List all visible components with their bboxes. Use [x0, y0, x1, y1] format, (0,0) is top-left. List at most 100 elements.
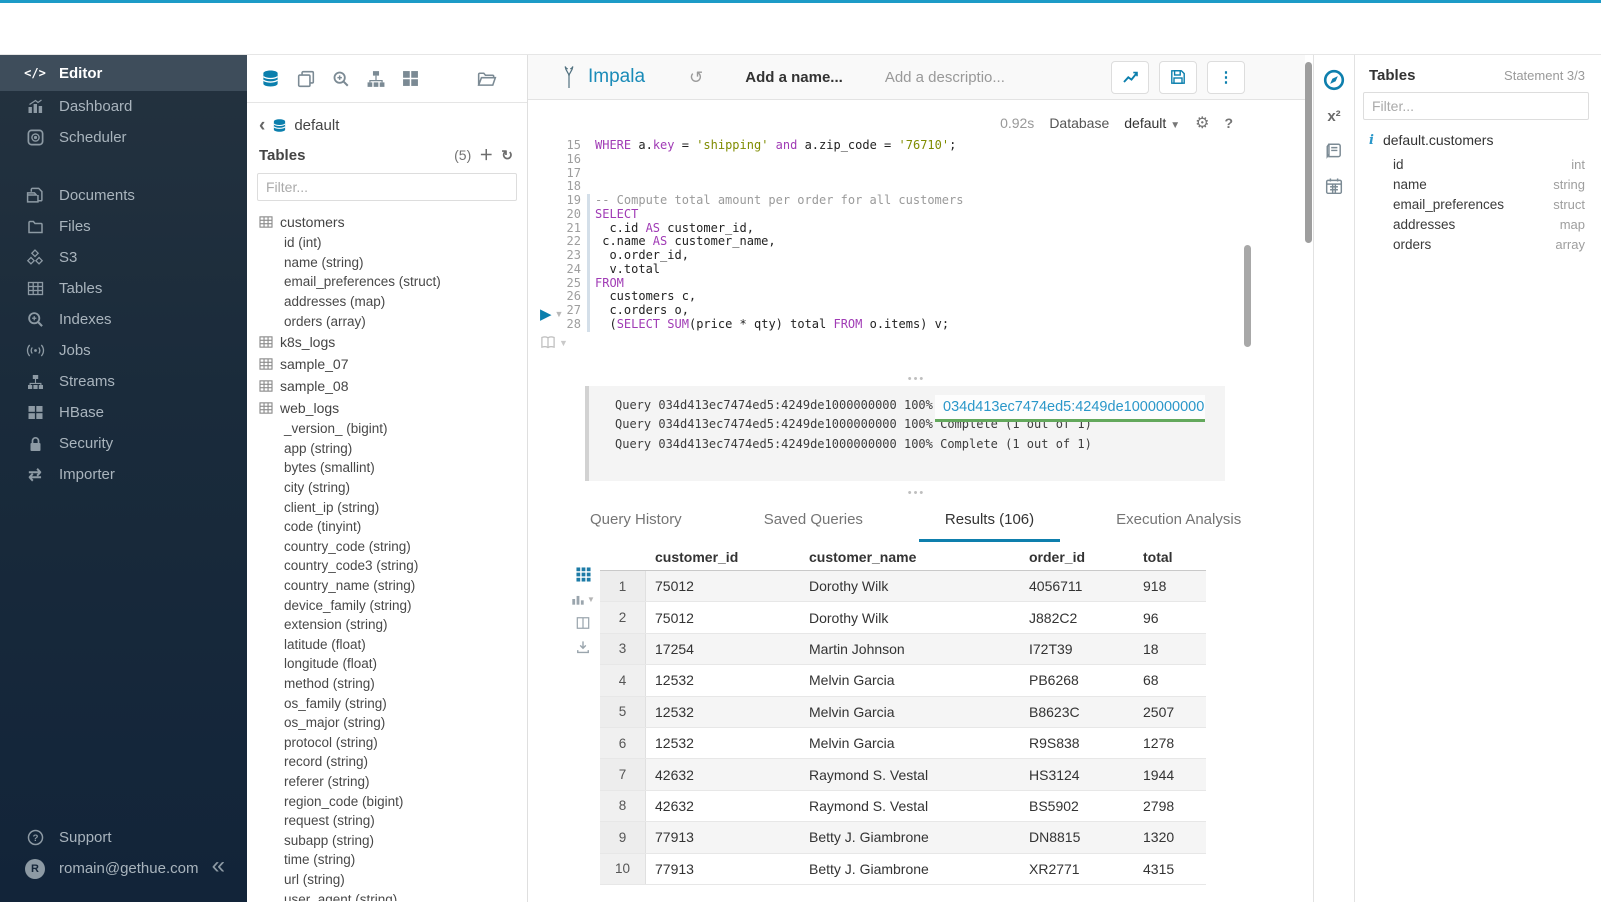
assist-filter-input[interactable]	[257, 173, 517, 201]
assist-column[interactable]: country_code3 (string)	[259, 556, 527, 576]
query-description-field[interactable]: Add a descriptio...	[885, 69, 1005, 86]
table-row[interactable]: 612532Melvin GarciaR9S8381278	[600, 728, 1206, 759]
assist-column[interactable]: city (string)	[259, 478, 527, 498]
column-row-addresses[interactable]: addressesmap	[1393, 215, 1585, 235]
assist-column[interactable]: request (string)	[259, 811, 527, 831]
code-line[interactable]: 19-- Compute total amount per order for …	[528, 194, 1238, 208]
assist-table-web_logs[interactable]: web_logs	[259, 397, 527, 419]
code-line[interactable]: 21 c.id AS customer_id,	[528, 222, 1238, 236]
assist-column[interactable]: country_code (string)	[259, 537, 527, 557]
table-row[interactable]: 512532Melvin GarciaB8623C2507	[600, 697, 1206, 728]
assist-table-customers[interactable]: customers	[259, 211, 527, 233]
job-id-link[interactable]: 034d413ec7474ed5:4249de1000000000	[943, 399, 1204, 415]
assist-column[interactable]: email_preferences (struct)	[259, 272, 527, 292]
assist-column[interactable]: app (string)	[259, 439, 527, 459]
results-column-header[interactable]: order_id	[1020, 549, 1134, 565]
assist-table-sample_08[interactable]: sample_08	[259, 375, 527, 397]
download-icon[interactable]	[576, 640, 590, 654]
sitemap-icon[interactable]	[367, 70, 385, 88]
language-reference-icon[interactable]	[1325, 142, 1343, 160]
engine-name[interactable]: Impala	[588, 66, 645, 88]
code-line[interactable]: 22 c.name AS customer_name,	[528, 235, 1238, 249]
chart-view-icon[interactable]: ▼	[571, 592, 595, 606]
snippet-history-icon[interactable]: ↺	[689, 69, 703, 86]
assist-column[interactable]: longitude (float)	[259, 654, 527, 674]
functions-icon[interactable]: x²	[1327, 108, 1340, 125]
sidebar-item-user[interactable]: R romain@gethue.com	[0, 853, 247, 884]
zoom-in-icon[interactable]	[332, 70, 350, 88]
columns-view-icon[interactable]	[576, 616, 590, 630]
resize-handle-upper[interactable]: •••	[528, 375, 1305, 383]
assist-table-k8s_logs[interactable]: k8s_logs	[259, 331, 527, 353]
column-row-name[interactable]: namestring	[1393, 174, 1585, 194]
assist-column[interactable]: record (string)	[259, 752, 527, 772]
sidebar-item-indexes[interactable]: Indexes	[0, 304, 247, 335]
apps-grid-icon[interactable]	[402, 70, 419, 87]
assist-column[interactable]: time (string)	[259, 850, 527, 870]
sql-code-editor[interactable]: 15WHERE a.key = 'shipping' and a.zip_cod…	[528, 139, 1238, 332]
assist-column[interactable]: addresses (map)	[259, 292, 527, 312]
resize-handle-lower[interactable]: •••	[528, 489, 1305, 497]
assist-column[interactable]: name (string)	[259, 253, 527, 273]
assist-column[interactable]: extension (string)	[259, 615, 527, 635]
assist-column[interactable]: os_major (string)	[259, 713, 527, 733]
code-line[interactable]: 16	[528, 153, 1238, 167]
main-scrollbar[interactable]	[1305, 62, 1312, 243]
sidebar-item-tables[interactable]: Tables	[0, 273, 247, 304]
code-line[interactable]: 28 (SELECT SUM(price * qty) total FROM o…	[528, 318, 1238, 332]
right-filter-input[interactable]	[1363, 92, 1589, 120]
assist-table-sample_07[interactable]: sample_07	[259, 353, 527, 375]
tab-query-history[interactable]: Query History	[564, 503, 708, 542]
database-name[interactable]: default	[294, 117, 339, 134]
sidebar-collapse-icon[interactable]: «	[212, 854, 225, 878]
sidebar-item-jobs[interactable]: Jobs	[0, 335, 247, 366]
documents-assist-icon[interactable]	[297, 70, 315, 88]
column-row-id[interactable]: idint	[1393, 154, 1585, 174]
grid-view-icon[interactable]	[576, 567, 591, 582]
assist-column[interactable]: device_family (string)	[259, 595, 527, 615]
assist-column[interactable]: os_family (string)	[259, 693, 527, 713]
settings-gear-icon[interactable]: ⚙	[1195, 113, 1209, 133]
database-selector[interactable]: default ▼	[1124, 115, 1180, 131]
results-column-header[interactable]: customer_id	[646, 549, 800, 565]
code-line[interactable]: 24 v.total	[528, 263, 1238, 277]
sidebar-item-streams[interactable]: Streams	[0, 366, 247, 397]
table-row[interactable]: 175012Dorothy Wilk4056711918	[600, 571, 1206, 602]
tab-execution-analysis[interactable]: Execution Analysis	[1090, 503, 1267, 542]
assistant-compass-icon[interactable]	[1323, 69, 1345, 91]
active-table-name[interactable]: default.customers	[1383, 132, 1494, 148]
table-row[interactable]: 1077913Betty J. GiambroneXR27714315	[600, 854, 1206, 885]
assist-column[interactable]: id (int)	[259, 233, 527, 253]
assist-column[interactable]: url (string)	[259, 870, 527, 890]
assist-column[interactable]: protocol (string)	[259, 732, 527, 752]
column-row-email_preferences[interactable]: email_preferencesstruct	[1393, 194, 1585, 214]
assist-column[interactable]: subapp (string)	[259, 830, 527, 850]
schedule-calendar-icon[interactable]	[1325, 177, 1343, 195]
results-column-header[interactable]: customer_name	[800, 549, 1020, 565]
column-row-orders[interactable]: ordersarray	[1393, 235, 1585, 255]
assist-column[interactable]: latitude (float)	[259, 635, 527, 655]
assist-column[interactable]: code (tinyint)	[259, 517, 527, 537]
assist-column[interactable]: method (string)	[259, 674, 527, 694]
code-line[interactable]: 17	[528, 167, 1238, 181]
presentation-mode-icon[interactable]: ▼	[540, 335, 568, 350]
add-table-icon[interactable]: ＋	[479, 145, 493, 165]
back-chevron-icon[interactable]: ‹	[259, 118, 265, 133]
code-line[interactable]: 25FROM	[528, 277, 1238, 291]
assist-column[interactable]: referer (string)	[259, 772, 527, 792]
results-column-header[interactable]: total	[1134, 549, 1206, 565]
refresh-tables-icon[interactable]: ↻	[501, 147, 513, 164]
sidebar-item-support[interactable]: ? Support	[0, 822, 247, 853]
table-info-icon[interactable]: i	[1369, 133, 1374, 148]
assist-column[interactable]: region_code (bigint)	[259, 791, 527, 811]
execute-options-caret-icon[interactable]: ▼	[555, 309, 564, 319]
execute-button[interactable]: ▶▼	[540, 305, 568, 323]
table-row[interactable]: 412532Melvin GarciaPB626868	[600, 665, 1206, 696]
sidebar-item-importer[interactable]: ⇄Importer	[0, 459, 247, 490]
sidebar-item-hbase[interactable]: HBase	[0, 397, 247, 428]
tab-saved-queries[interactable]: Saved Queries	[738, 503, 889, 542]
assist-column[interactable]: orders (array)	[259, 311, 527, 331]
save-button[interactable]	[1159, 61, 1197, 94]
editor-scrollbar[interactable]	[1244, 245, 1251, 347]
sidebar-item-s3[interactable]: S3	[0, 242, 247, 273]
